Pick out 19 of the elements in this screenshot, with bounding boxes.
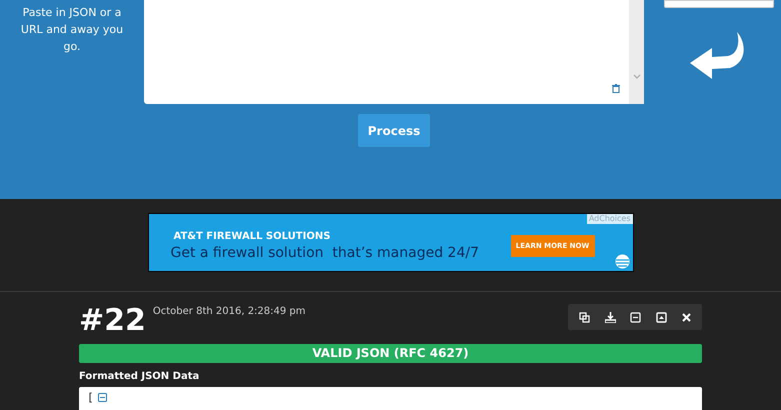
- process-button[interactable]: Process: [358, 114, 430, 147]
- expand-icon[interactable]: [656, 312, 668, 322]
- ad-tagline: Get a firewall solution that’s managed 24/7: [170, 244, 479, 263]
- valid-json-banner: VALID JSON (RFC 4627): [79, 344, 702, 363]
- collapse-icon[interactable]: [630, 312, 642, 322]
- download-icon[interactable]: [604, 312, 616, 322]
- trash-icon[interactable]: [612, 84, 620, 93]
- globe-icon: [614, 254, 630, 269]
- intro-text: Paste in JSON or a URL and away you go.: [20, 5, 124, 55]
- result-number: #22: [79, 304, 146, 338]
- json-bracket: [: [87, 390, 94, 406]
- json-input-field[interactable]: [144, 0, 644, 104]
- ad-headline: AT&T FIREWALL SOLUTIONS: [174, 230, 330, 244]
- ad-choices-link[interactable]: AdChoices: [586, 214, 632, 224]
- copy-icon[interactable]: [579, 312, 590, 322]
- collapse-node-icon[interactable]: [98, 393, 107, 402]
- section-label: Formatted JSON Data: [79, 370, 200, 384]
- timestamp: October 8th 2016, 2:28:49 pm: [152, 305, 306, 319]
- close-icon[interactable]: [682, 312, 691, 322]
